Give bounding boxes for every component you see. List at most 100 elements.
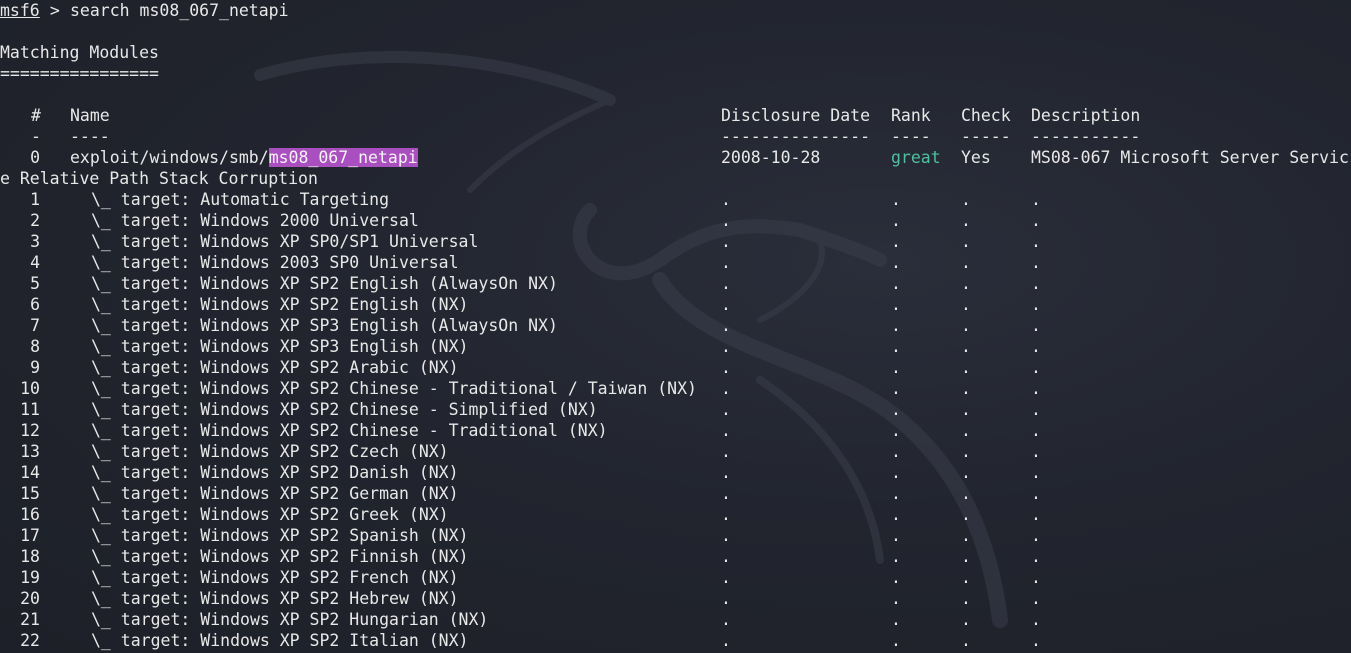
target-check: . xyxy=(961,295,971,314)
target-date: . xyxy=(721,463,731,482)
target-date: . xyxy=(721,253,731,272)
target-rank: . xyxy=(891,568,901,587)
row-check: Yes xyxy=(961,148,991,167)
prompt-name: msf6 xyxy=(0,1,40,20)
target-description: . xyxy=(1031,232,1041,251)
row-description-wrap: e Relative Path Stack Corruption xyxy=(0,169,318,188)
target-name: \_ target: Windows XP SP2 Spanish (NX) xyxy=(91,526,469,545)
row-num: 21 xyxy=(20,610,40,629)
target-date: . xyxy=(721,589,731,608)
row-num: 3 xyxy=(30,232,40,251)
table-row: 9 \_ target: Windows XP SP2 Arabic (NX)..… xyxy=(0,357,1351,378)
search-match-highlight: ms08_067_netapi xyxy=(268,148,418,167)
target-date: . xyxy=(721,211,731,230)
target-description: . xyxy=(1031,253,1041,272)
target-rank: . xyxy=(891,484,901,503)
row-num: 13 xyxy=(20,442,40,461)
target-check: . xyxy=(961,232,971,251)
table-row: 5 \_ target: Windows XP SP2 English (Alwa… xyxy=(0,273,1351,294)
row-num: 16 xyxy=(20,505,40,524)
target-name: \_ target: Windows XP SP3 English (NX) xyxy=(91,337,469,356)
table-row: 18 \_ target: Windows XP SP2 Finnish (NX)… xyxy=(0,546,1351,567)
table-row: 22 \_ target: Windows XP SP2 Italian (NX)… xyxy=(0,630,1351,651)
table-row: 11 \_ target: Windows XP SP2 Chinese - Si… xyxy=(0,399,1351,420)
target-description: . xyxy=(1031,505,1041,524)
target-date: . xyxy=(721,526,731,545)
target-name: \_ target: Windows XP SP2 Chinese - Trad… xyxy=(91,379,697,398)
target-rank: . xyxy=(891,295,901,314)
target-date: . xyxy=(721,442,731,461)
target-description: . xyxy=(1031,379,1041,398)
target-rank: . xyxy=(891,232,901,251)
target-date: . xyxy=(721,379,731,398)
row-num: 1 xyxy=(30,190,40,209)
target-check: . xyxy=(961,253,971,272)
row-num: 2 xyxy=(30,211,40,230)
table-row: 13 \_ target: Windows XP SP2 Czech (NX)..… xyxy=(0,441,1351,462)
table-row: 21 \_ target: Windows XP SP2 Hungarian (N… xyxy=(0,609,1351,630)
divider-date: --------------- xyxy=(721,127,871,146)
target-description: . xyxy=(1031,484,1041,503)
table-row: 8 \_ target: Windows XP SP3 English (NX).… xyxy=(0,336,1351,357)
target-description: . xyxy=(1031,463,1041,482)
divider-num: - xyxy=(31,127,41,146)
row-num: 8 xyxy=(30,337,40,356)
target-check: . xyxy=(961,526,971,545)
table-row: 0 exploit/windows/smb/ms08_067_netapi 20… xyxy=(0,147,1351,168)
target-check: . xyxy=(961,400,971,419)
row-num: 5 xyxy=(30,274,40,293)
row-date: 2008-10-28 xyxy=(721,148,821,167)
row-num: 15 xyxy=(20,484,40,503)
target-name: \_ target: Windows XP SP3 English (Alway… xyxy=(91,316,558,335)
target-name: \_ target: Windows XP SP2 Hebrew (NX) xyxy=(91,589,459,608)
target-date: . xyxy=(721,568,731,587)
target-date: . xyxy=(721,274,731,293)
target-date: . xyxy=(721,631,731,650)
target-name: \_ target: Windows XP SP2 Italian (NX) xyxy=(91,631,469,650)
target-rank: . xyxy=(891,190,901,209)
table-row: 17 \_ target: Windows XP SP2 Spanish (NX)… xyxy=(0,525,1351,546)
target-name: \_ target: Windows XP SP2 Chinese - Simp… xyxy=(91,400,598,419)
target-rank: . xyxy=(891,253,901,272)
table-row: 12 \_ target: Windows XP SP2 Chinese - Tr… xyxy=(0,420,1351,441)
heading-title-line: Matching Modules xyxy=(0,42,1351,63)
target-description: . xyxy=(1031,400,1041,419)
target-check: . xyxy=(961,358,971,377)
target-rank: . xyxy=(891,442,901,461)
row-num: 10 xyxy=(20,379,40,398)
header-num: # xyxy=(31,106,41,125)
target-rank: . xyxy=(891,379,901,398)
prompt-separator: > xyxy=(40,1,70,20)
target-date: . xyxy=(721,547,731,566)
heading-title: Matching Modules xyxy=(0,43,159,62)
header-check: Check xyxy=(961,106,1011,125)
row-rank: great xyxy=(891,148,941,167)
target-name: \_ target: Windows XP SP2 Greek (NX) xyxy=(91,505,449,524)
target-rank: . xyxy=(891,211,901,230)
module-path-prefix: exploit/windows/smb/ xyxy=(70,148,269,167)
table-row: 7 \_ target: Windows XP SP3 English (Alwa… xyxy=(0,315,1351,336)
target-rank: . xyxy=(891,358,901,377)
target-name: \_ target: Windows 2003 SP0 Universal xyxy=(91,253,459,272)
target-name: \_ target: Windows XP SP2 French (NX) xyxy=(91,568,459,587)
table-row: 16 \_ target: Windows XP SP2 Greek (NX)..… xyxy=(0,504,1351,525)
row-num: 17 xyxy=(20,526,40,545)
target-description: . xyxy=(1031,442,1041,461)
target-rank: . xyxy=(891,631,901,650)
table-row: 20 \_ target: Windows XP SP2 Hebrew (NX).… xyxy=(0,588,1351,609)
table-divider-row: - ---- --------------- ---- ----- ------… xyxy=(0,126,1351,147)
target-check: . xyxy=(961,190,971,209)
target-check: . xyxy=(961,337,971,356)
table-row: 14 \_ target: Windows XP SP2 Danish (NX).… xyxy=(0,462,1351,483)
description-wrap-line: e Relative Path Stack Corruption xyxy=(0,168,1351,189)
target-check: . xyxy=(961,484,971,503)
row-num: 12 xyxy=(20,421,40,440)
row-num: 11 xyxy=(20,400,40,419)
target-rank: . xyxy=(891,526,901,545)
target-description: . xyxy=(1031,358,1041,377)
row-num: 22 xyxy=(20,631,40,650)
target-name: \_ target: Windows XP SP2 English (NX) xyxy=(91,295,469,314)
target-description: . xyxy=(1031,568,1041,587)
target-date: . xyxy=(721,337,731,356)
target-name: \_ target: Windows XP SP2 Finnish (NX) xyxy=(91,547,469,566)
